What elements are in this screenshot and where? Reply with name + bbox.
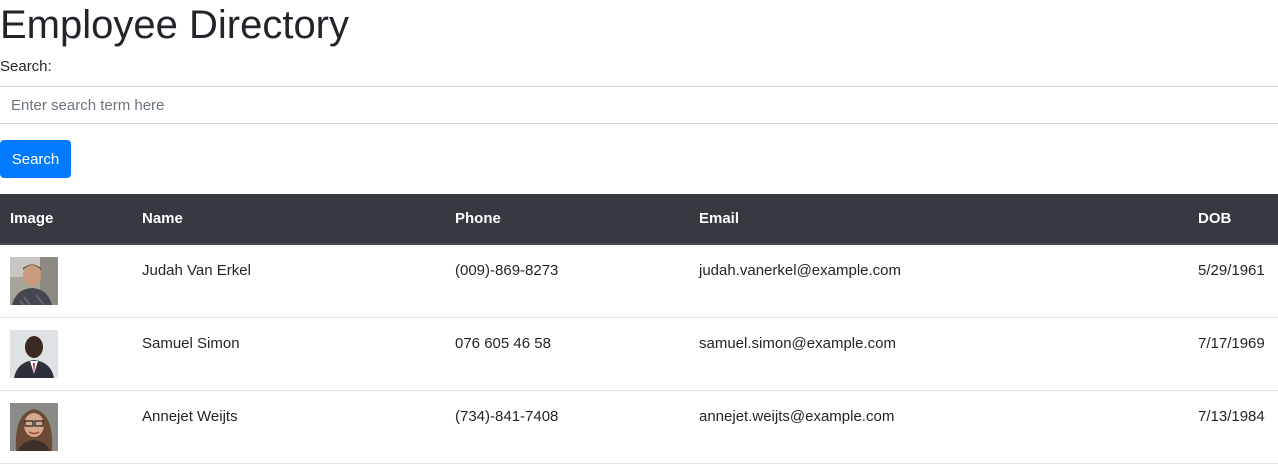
image-cell: [0, 317, 132, 390]
employee-photo-icon: [10, 257, 58, 305]
header-phone[interactable]: Phone: [445, 194, 689, 245]
dob-cell: 5/29/1961: [1198, 262, 1265, 279]
image-cell: [0, 244, 132, 317]
phone-cell: (734)-841-7408: [455, 407, 559, 425]
email-cell: samuel.simon@example.com: [699, 334, 896, 352]
dob-cell: 7/13/1984: [1198, 407, 1265, 425]
dob-cell: 7/17/1969: [1198, 334, 1265, 352]
table-row: Judah Van Erkel (009)-869-8273 judah.van…: [0, 244, 1278, 317]
search-button[interactable]: Search: [0, 140, 71, 178]
phone-cell: 076 605 46 58: [455, 334, 551, 352]
header-image[interactable]: Image: [0, 194, 132, 245]
employee-photo-icon: [10, 329, 58, 378]
image-cell: [0, 390, 132, 463]
employee-photo-icon: [10, 402, 58, 451]
page-title: Employee Directory: [0, 3, 350, 47]
search-label: Search:: [0, 58, 52, 75]
table-header-row: Image Name Phone Email DOB: [0, 194, 1278, 245]
search-input[interactable]: [0, 86, 1278, 124]
phone-cell: (009)-869-8273: [455, 262, 559, 279]
name-cell: Judah Van Erkel: [142, 262, 251, 279]
employee-table: Image Name Phone Email DOB Judah Van Erk…: [0, 194, 1278, 464]
table-row: Samuel Simon 076 605 46 58 samuel.simon@…: [0, 317, 1278, 390]
name-cell: Annejet Weijts: [142, 407, 238, 425]
email-cell: annejet.weijts@example.com: [699, 407, 895, 425]
name-cell: Samuel Simon: [142, 334, 240, 352]
email-cell: judah.vanerkel@example.com: [699, 262, 901, 279]
header-email[interactable]: Email: [689, 194, 1188, 245]
header-dob[interactable]: DOB: [1188, 194, 1278, 245]
table-row: Annejet Weijts (734)-841-7408 annejet.we…: [0, 390, 1278, 463]
header-name[interactable]: Name: [132, 194, 445, 245]
